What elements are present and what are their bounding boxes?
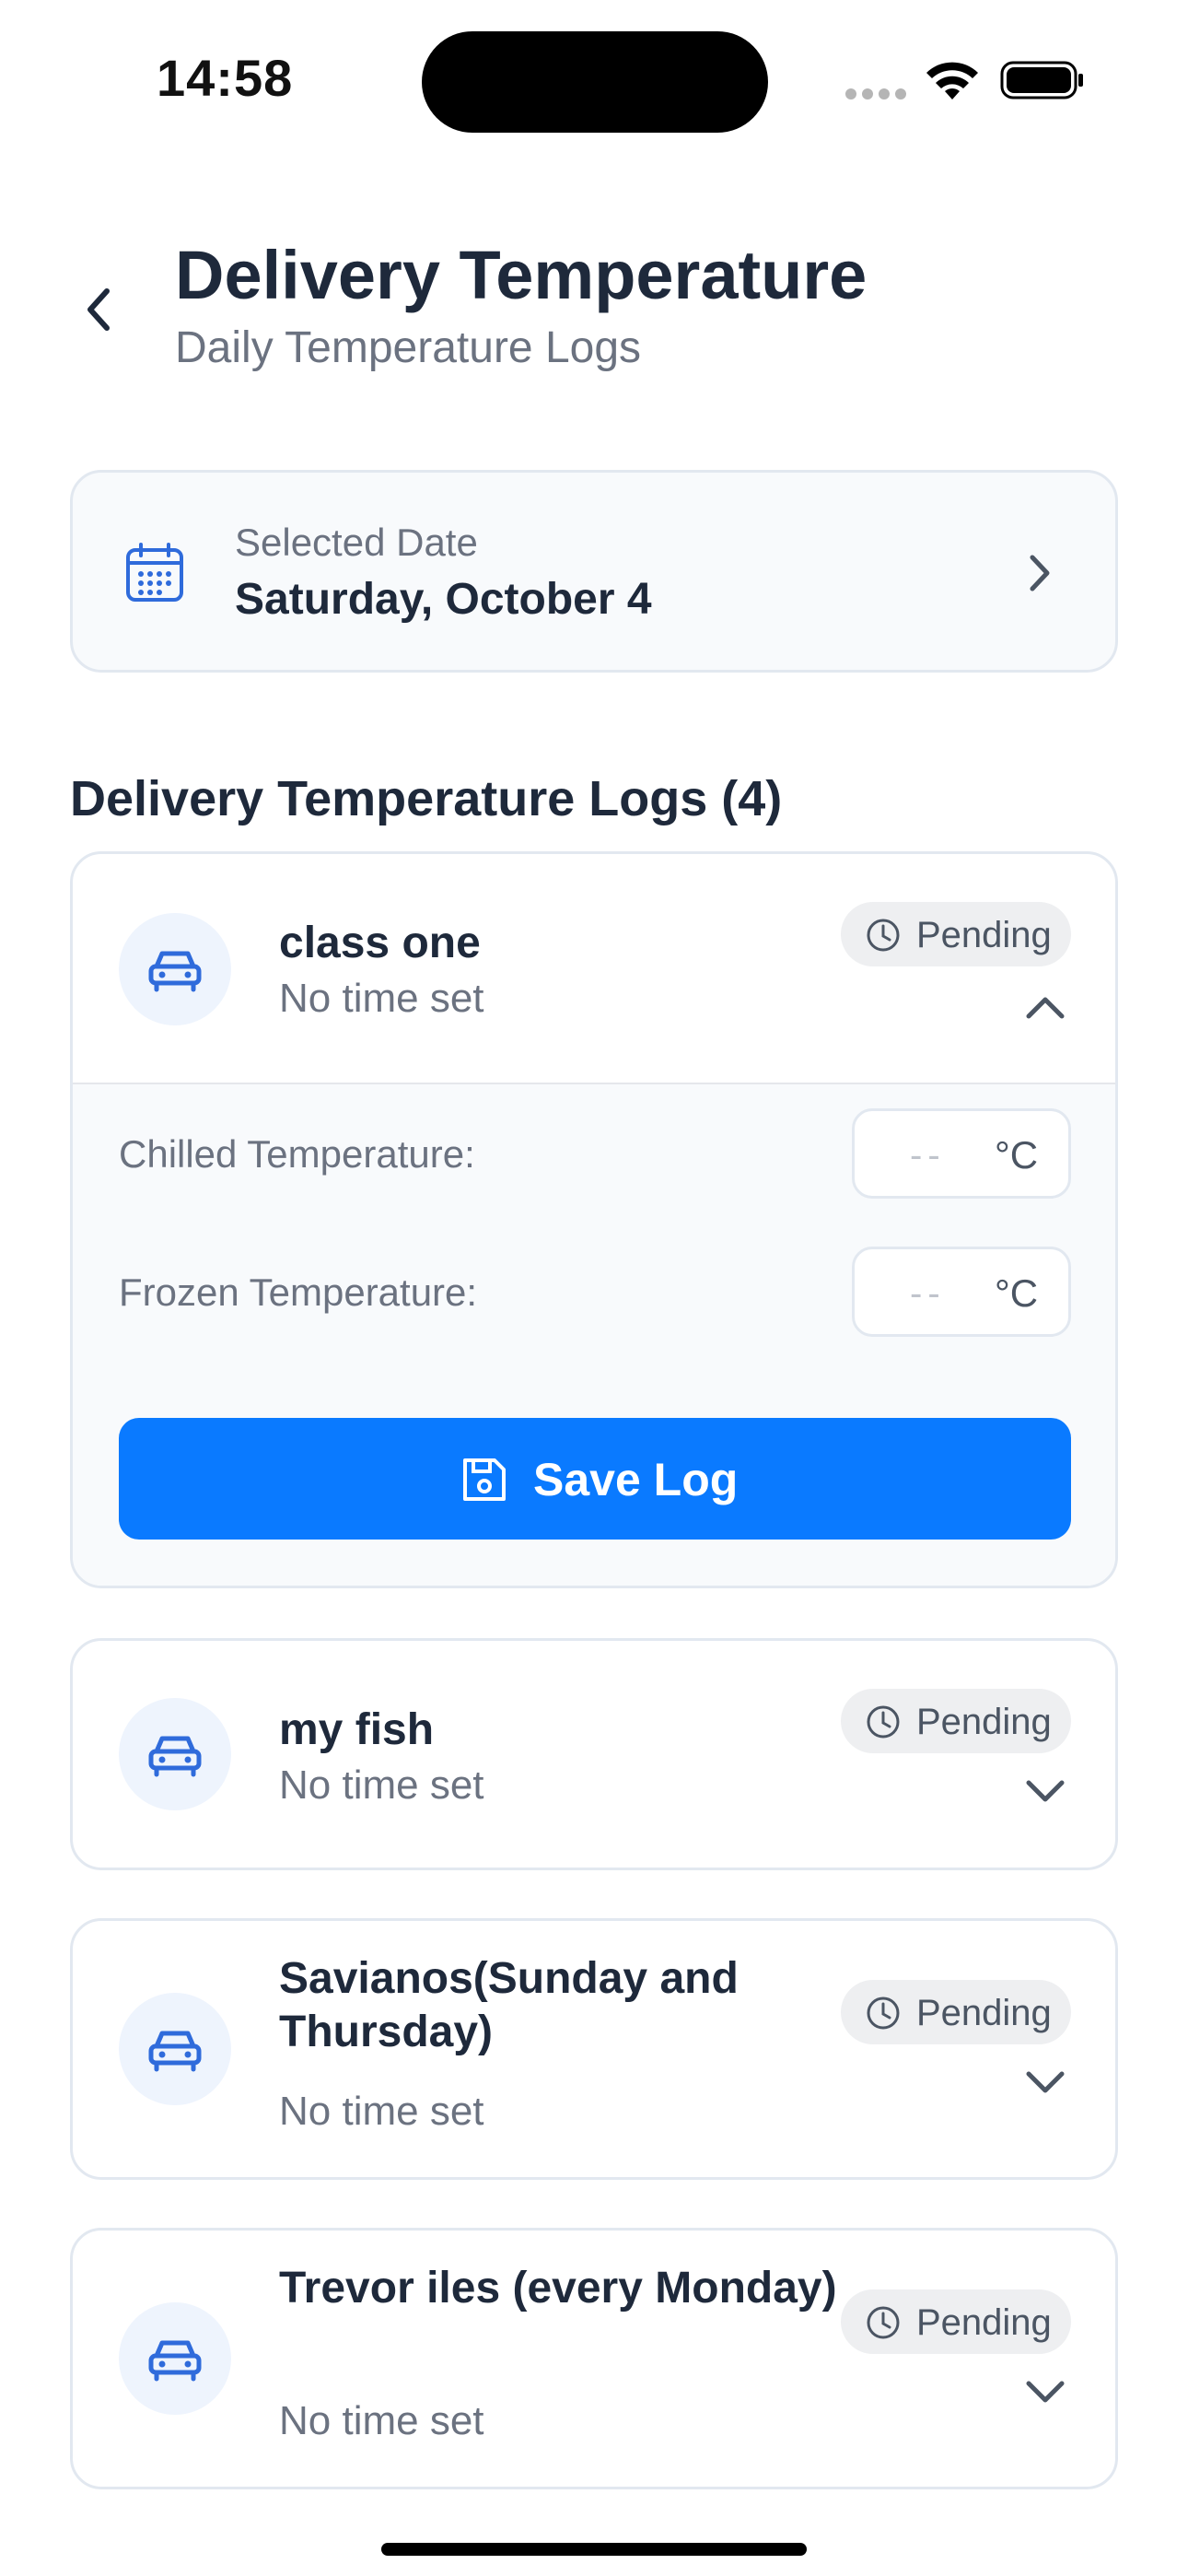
log-name: Trevor iles (every Monday) — [279, 2264, 837, 2313]
frozen-temperature-placeholder: -- — [910, 1273, 946, 1314]
clock-icon — [867, 2306, 900, 2339]
dynamic-island — [422, 31, 768, 133]
battery-icon — [1000, 61, 1083, 100]
car-icon — [148, 1736, 202, 1777]
car-icon — [148, 2340, 202, 2382]
home-indicator[interactable] — [381, 2543, 807, 2556]
chilled-temperature-input[interactable]: -- °C — [852, 1108, 1071, 1199]
status-bar: 14:58 — [0, 0, 1188, 157]
clock-icon — [867, 1705, 900, 1739]
log-card[interactable]: Trevor iles (every Monday) No time set P… — [70, 2228, 1118, 2489]
wifi-icon — [926, 62, 978, 100]
car-icon — [148, 2031, 202, 2072]
log-card: class one No time set Pending Chilled Te… — [70, 851, 1118, 1588]
temperature-unit: °C — [995, 1133, 1039, 1177]
log-name: class one — [279, 919, 481, 967]
status-badge: Pending — [841, 902, 1071, 966]
clock-icon — [867, 919, 900, 952]
status-badge-label: Pending — [916, 1702, 1052, 1742]
log-time: No time set — [279, 976, 484, 1021]
calendar-icon — [126, 543, 183, 602]
status-badge: Pending — [841, 1980, 1071, 2044]
log-name: my fish — [279, 1705, 435, 1754]
clock-icon — [867, 1996, 900, 2030]
status-time: 14:58 — [157, 49, 294, 107]
back-button[interactable] — [77, 282, 118, 337]
vehicle-avatar — [119, 1698, 231, 1810]
save-log-label: Save Log — [533, 1454, 739, 1505]
cellular-signal-icon — [845, 88, 908, 101]
selected-date-label: Selected Date — [235, 521, 478, 564]
save-log-button[interactable]: Save Log — [119, 1418, 1071, 1540]
status-badge-label: Pending — [916, 915, 1052, 955]
status-badge-label: Pending — [916, 2302, 1052, 2343]
frozen-temperature-label: Frozen Temperature: — [119, 1270, 478, 1314]
page-title: Delivery Temperature — [175, 237, 868, 313]
chevron-up-icon[interactable] — [1025, 994, 1066, 1020]
logs-section-title: Delivery Temperature Logs (4) — [70, 771, 783, 826]
log-card[interactable]: Savianos(Sunday and Thursday) No time se… — [70, 1918, 1118, 2180]
frozen-temperature-input[interactable]: -- °C — [852, 1247, 1071, 1337]
chevron-right-icon — [1030, 555, 1050, 591]
chevron-down-icon[interactable] — [1025, 2070, 1066, 2096]
status-badge: Pending — [841, 1689, 1071, 1753]
status-badge: Pending — [841, 2289, 1071, 2354]
log-name: Savianos(Sunday and Thursday) — [279, 1954, 739, 2056]
log-time: No time set — [279, 1762, 484, 1808]
chilled-temperature-placeholder: -- — [910, 1135, 946, 1176]
date-selector[interactable]: Selected Date Saturday, October 4 — [70, 470, 1118, 673]
chevron-down-icon[interactable] — [1025, 2380, 1066, 2406]
car-icon — [148, 951, 202, 992]
log-time: No time set — [279, 2398, 484, 2443]
vehicle-avatar — [119, 2302, 231, 2415]
log-time: No time set — [279, 2089, 484, 2134]
chevron-down-icon[interactable] — [1025, 1779, 1066, 1805]
log-card[interactable]: my fish No time set Pending — [70, 1638, 1118, 1870]
vehicle-avatar — [119, 913, 231, 1025]
vehicle-avatar — [119, 1993, 231, 2105]
selected-date-value: Saturday, October 4 — [235, 575, 652, 624]
chilled-temperature-label: Chilled Temperature: — [119, 1132, 475, 1176]
page-subtitle: Daily Temperature Logs — [175, 323, 642, 372]
save-icon — [463, 1458, 506, 1501]
status-badge-label: Pending — [916, 1993, 1052, 2033]
temperature-unit: °C — [995, 1271, 1039, 1315]
